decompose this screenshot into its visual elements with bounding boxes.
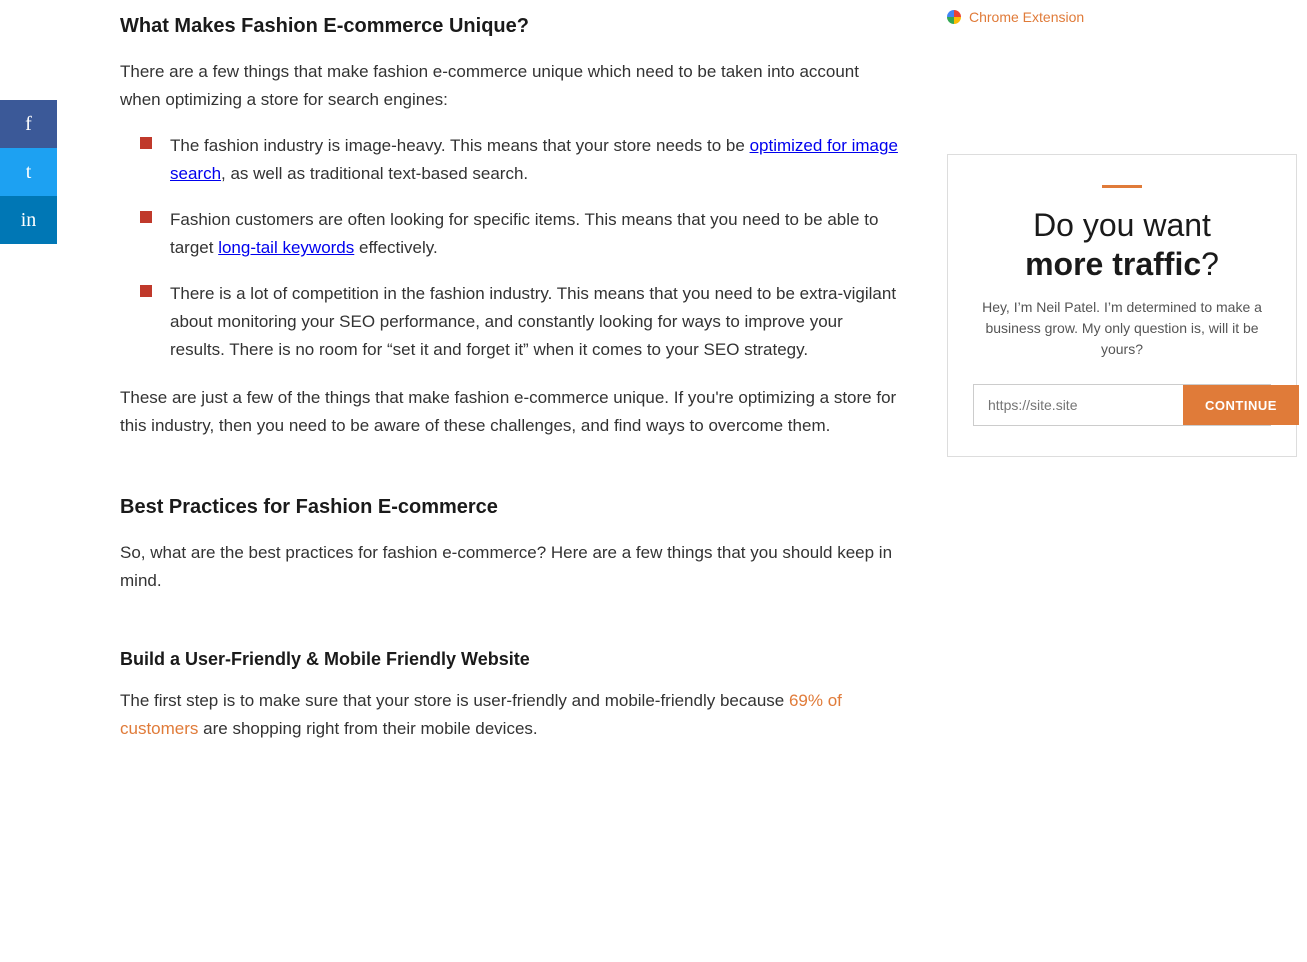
section2-title: Best Practices for Fashion E-commerce [120,491,900,523]
widget-title-bold: more traffic [1025,246,1201,282]
chrome-icon [947,10,961,24]
widget-title-line1: Do you want [1033,207,1211,243]
list-item: There is a lot of competition in the fas… [140,280,900,364]
list-item: Fashion customers are often looking for … [140,206,900,262]
image-search-link[interactable]: optimized for image search [170,136,898,183]
section2-intro: So, what are the best practices for fash… [120,539,900,595]
bullet-list: The fashion industry is image-heavy. Thi… [140,132,900,364]
right-sidebar: Chrome Extension Do you want more traffi… [937,0,1307,457]
section-mobile-friendly: Build a User-Friendly & Mobile Friendly … [120,635,900,744]
bullet-icon [140,137,152,149]
bullet-icon [140,285,152,297]
widget-title-punct: ? [1201,246,1219,282]
section1-outro: These are just a few of the things that … [120,384,900,440]
section3-text-after: are shopping right from their mobile dev… [198,719,537,738]
widget-description: Hey, I’m Neil Patel. I’m determined to m… [973,297,1271,360]
section3-text-before: The first step is to make sure that your… [120,691,789,710]
linkedin-button[interactable]: in [0,196,57,244]
bullet-text-3: There is a lot of competition in the fas… [170,280,900,364]
bullet-icon [140,211,152,223]
section3-title: Build a User-Friendly & Mobile Friendly … [120,645,900,674]
widget-form: CONTINUE [973,384,1271,426]
traffic-widget: Do you want more traffic? Hey, I’m Neil … [947,154,1297,457]
section3-intro: The first step is to make sure that your… [120,687,900,743]
facebook-button[interactable]: f [0,100,57,148]
twitter-button[interactable]: t [0,148,57,196]
url-input[interactable] [974,385,1183,425]
section-unique: What Makes Fashion E-commerce Unique? Th… [120,0,900,441]
section1-intro: There are a few things that make fashion… [120,58,900,114]
section1-title: What Makes Fashion E-commerce Unique? [120,10,900,42]
article-content: What Makes Fashion E-commerce Unique? Th… [100,0,920,962]
section-best-practices: Best Practices for Fashion E-commerce So… [120,481,900,595]
widget-accent-decoration [1102,185,1142,188]
continue-button[interactable]: CONTINUE [1183,385,1299,425]
bullet-text-2: Fashion customers are often looking for … [170,206,900,262]
bullet-text-1: The fashion industry is image-heavy. Thi… [170,132,900,188]
social-sidebar: f t in [0,100,57,244]
facebook-icon: f [25,108,32,140]
widget-title: Do you want more traffic? [973,206,1271,283]
linkedin-icon: in [21,204,37,236]
chrome-extension-label: Chrome Extension [969,6,1084,28]
twitter-icon: t [26,156,32,188]
list-item: The fashion industry is image-heavy. Thi… [140,132,900,188]
chrome-extension-link[interactable]: Chrome Extension [947,0,1297,34]
long-tail-keywords-link[interactable]: long-tail keywords [218,238,354,257]
